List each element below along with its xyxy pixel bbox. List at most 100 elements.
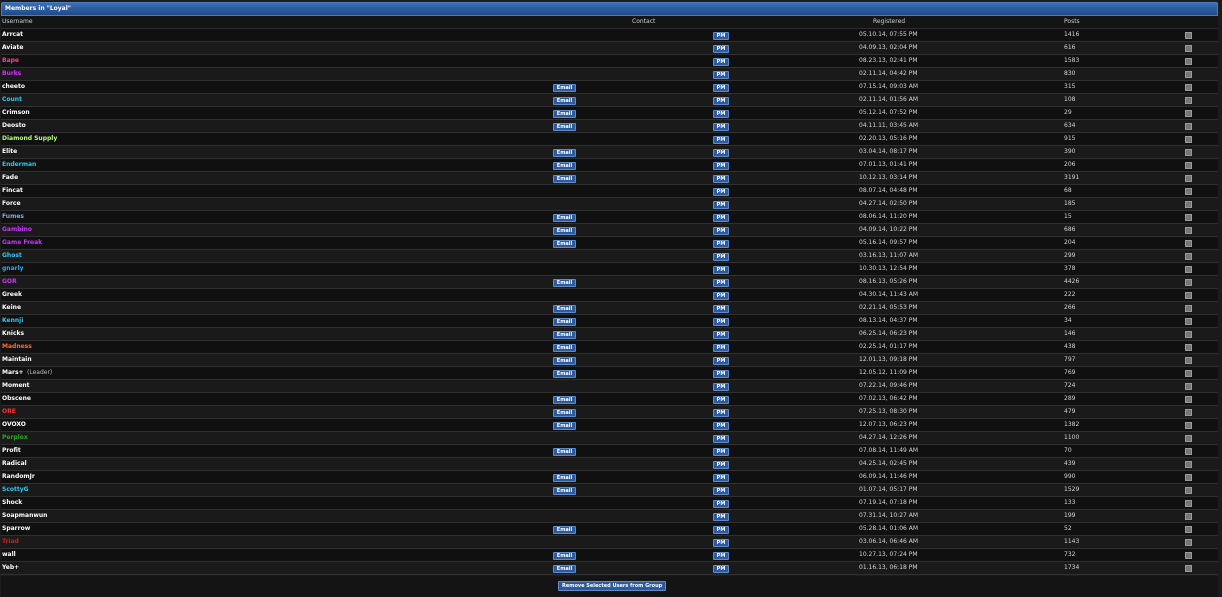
pm-button[interactable]: PM [713,564,729,573]
member-username-link[interactable]: Triad [2,536,19,548]
pm-button[interactable]: PM [713,486,729,495]
pm-button[interactable]: PM [713,187,729,196]
email-button[interactable]: Email [553,551,576,560]
pm-button[interactable]: PM [713,408,729,417]
pm-button[interactable]: PM [713,252,729,261]
member-username-link[interactable]: Yeb+ [2,562,19,574]
member-username-link[interactable]: ORE [2,406,16,418]
pm-button[interactable]: PM [713,122,729,131]
email-button[interactable]: Email [553,395,576,404]
member-username-link[interactable]: Soapmanwun [2,510,47,522]
pm-button[interactable]: PM [713,174,729,183]
member-username-link[interactable]: Fincat [2,185,23,197]
email-button[interactable]: Email [553,447,576,456]
member-username-link[interactable]: Keine [2,302,21,314]
email-button[interactable]: Email [553,109,576,118]
member-username-link[interactable]: Perplex [2,432,28,444]
email-button[interactable]: Email [553,226,576,235]
pm-button[interactable]: PM [713,499,729,508]
member-username-link[interactable]: Radical [2,458,27,470]
pm-button[interactable]: PM [713,356,729,365]
member-username-link[interactable]: Knicks [2,328,24,340]
pm-button[interactable]: PM [713,226,729,235]
member-username-link[interactable]: Force [2,198,21,210]
pm-button[interactable]: PM [713,291,729,300]
email-button[interactable]: Email [553,278,576,287]
member-username-link[interactable]: Fumes [2,211,24,223]
member-username-link[interactable]: OVOXO [2,419,26,431]
member-username-link[interactable]: Greek [2,289,22,301]
member-username-link[interactable]: Sparrow [2,523,30,535]
pm-button[interactable]: PM [713,213,729,222]
pm-button[interactable]: PM [713,109,729,118]
pm-button[interactable]: PM [713,200,729,209]
member-username-link[interactable]: Enderman [2,159,36,171]
email-button[interactable]: Email [553,343,576,352]
select-member-checkbox[interactable] [1185,562,1192,577]
member-username-link[interactable]: Crimson [2,107,30,119]
pm-button[interactable]: PM [713,473,729,482]
pm-button[interactable]: PM [713,512,729,521]
member-username-link[interactable]: Elite [2,146,17,158]
member-username-link[interactable]: Madness [2,341,32,353]
pm-button[interactable]: PM [713,278,729,287]
member-username-link[interactable]: Maintain [2,354,32,366]
email-button[interactable]: Email [553,473,576,482]
pm-button[interactable]: PM [713,460,729,469]
pm-button[interactable]: PM [713,44,729,53]
email-button[interactable]: Email [553,330,576,339]
pm-button[interactable]: PM [713,317,729,326]
pm-button[interactable]: PM [713,382,729,391]
member-username-link[interactable]: Bape [2,55,19,67]
column-header-username[interactable]: Username [2,16,33,28]
email-button[interactable]: Email [553,421,576,430]
pm-button[interactable]: PM [713,538,729,547]
pm-button[interactable]: PM [713,525,729,534]
member-username-link[interactable]: Diamond Supply [2,133,57,145]
email-button[interactable]: Email [553,369,576,378]
member-username-link[interactable]: gnarly [2,263,24,275]
pm-button[interactable]: PM [713,551,729,560]
email-button[interactable]: Email [553,213,576,222]
member-username-link[interactable]: Game Freak [2,237,42,249]
member-username-link[interactable]: Shock [2,497,22,509]
email-button[interactable]: Email [553,564,576,573]
member-username-link[interactable]: Moment [2,380,30,392]
member-username-link[interactable]: Ghost [2,250,22,262]
pm-button[interactable]: PM [713,135,729,144]
member-username-link[interactable]: Gambino [2,224,32,236]
member-username-link[interactable]: Burks [2,68,21,80]
member-username-link[interactable]: GOR [2,276,17,288]
email-button[interactable]: Email [553,356,576,365]
pm-button[interactable]: PM [713,57,729,66]
pm-button[interactable]: PM [713,304,729,313]
member-username-link[interactable]: Kennji [2,315,23,327]
member-username-link[interactable]: Obscene [2,393,31,405]
column-header-posts[interactable]: Posts [1064,16,1080,28]
pm-button[interactable]: PM [713,83,729,92]
pm-button[interactable]: PM [713,343,729,352]
member-username-link[interactable]: Aviate [2,42,23,54]
email-button[interactable]: Email [553,174,576,183]
member-username-link[interactable]: Profit [2,445,21,457]
pm-button[interactable]: PM [713,161,729,170]
email-button[interactable]: Email [553,486,576,495]
remove-selected-users-button[interactable]: Remove Selected Users from Group [558,581,667,591]
member-username-link[interactable]: RandomJr [2,471,35,483]
member-username-link[interactable]: Deosto [2,120,26,132]
email-button[interactable]: Email [553,83,576,92]
pm-button[interactable]: PM [713,265,729,274]
pm-button[interactable]: PM [713,395,729,404]
pm-button[interactable]: PM [713,31,729,40]
member-username-link[interactable]: wall [2,549,16,561]
pm-button[interactable]: PM [713,148,729,157]
pm-button[interactable]: PM [713,421,729,430]
column-header-registered[interactable]: Registered [873,16,905,28]
member-username-link[interactable]: cheeto [2,81,25,93]
email-button[interactable]: Email [553,304,576,313]
email-button[interactable]: Email [553,525,576,534]
member-username-link[interactable]: Arrcat [2,29,23,41]
email-button[interactable]: Email [553,122,576,131]
pm-button[interactable]: PM [713,369,729,378]
member-username-link[interactable]: Fade [2,172,18,184]
